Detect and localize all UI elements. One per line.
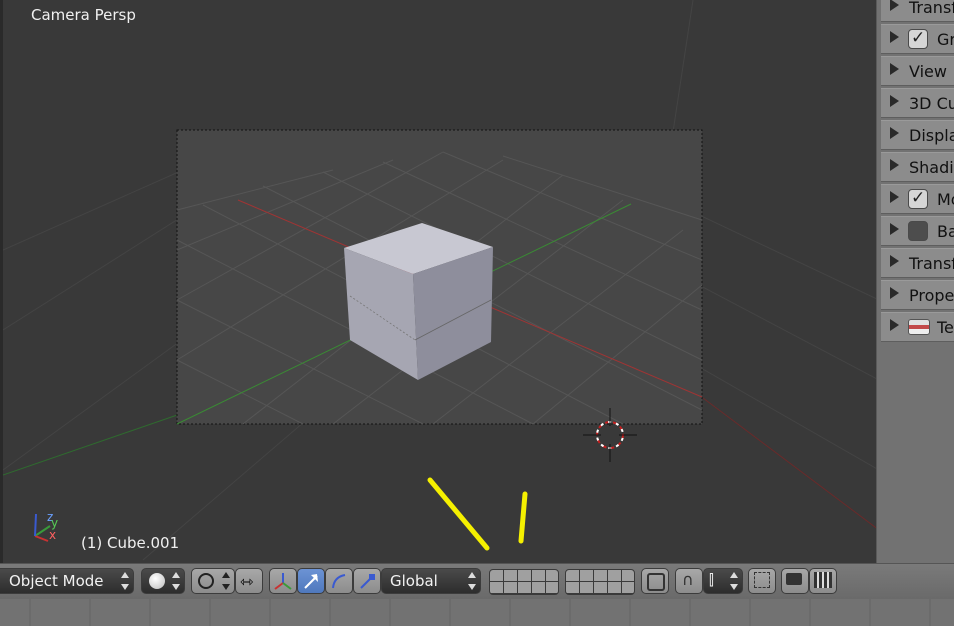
expand-arrow-icon xyxy=(890,95,899,107)
layer-button[interactable] xyxy=(622,570,634,581)
layer-button[interactable] xyxy=(532,570,545,581)
layer-button[interactable] xyxy=(490,570,503,581)
pivot-point-icon xyxy=(198,573,214,589)
snap-element-icon: ⫿ xyxy=(709,571,714,589)
updown-arrows-icon xyxy=(468,572,476,590)
panel-properties[interactable]: Properties xyxy=(881,280,954,310)
translate-manipulator-button[interactable] xyxy=(297,568,325,594)
panel-motion-tracking[interactable]: Motion Tracking xyxy=(881,184,954,214)
expand-arrow-icon xyxy=(890,319,899,331)
rotate-manipulator-icon xyxy=(332,574,346,589)
lock-layer-button[interactable] xyxy=(641,568,669,594)
layer-button[interactable] xyxy=(546,582,558,593)
layer-button[interactable] xyxy=(622,582,634,593)
panel-display[interactable]: Display xyxy=(881,120,954,150)
layer-button[interactable] xyxy=(532,582,545,593)
layer-button[interactable] xyxy=(490,582,503,593)
scene-layers-group-2[interactable] xyxy=(565,569,635,595)
layer-button[interactable] xyxy=(504,570,517,581)
layer-button[interactable] xyxy=(518,570,531,581)
expand-arrow-icon xyxy=(890,0,899,11)
mode-selector[interactable]: Object Mode xyxy=(0,568,134,594)
texture-icon xyxy=(908,319,930,335)
layer-button[interactable] xyxy=(608,570,621,581)
panel-grease-pencil[interactable]: Grease Pencil xyxy=(881,24,954,54)
panel-texture[interactable]: Texture xyxy=(881,312,954,342)
viewport-header: Object Mode ⇿ Global ∩ ⫿ xyxy=(0,563,954,599)
layer-button[interactable] xyxy=(566,570,579,581)
render-image-button[interactable] xyxy=(781,568,809,594)
pivot-point-selector[interactable] xyxy=(191,568,235,594)
expand-arrow-icon xyxy=(890,223,899,235)
expand-arrow-icon xyxy=(890,255,899,267)
layer-button[interactable] xyxy=(518,582,531,593)
active-object-label: (1) Cube.001 xyxy=(81,534,180,552)
updown-arrows-icon xyxy=(172,572,180,590)
expand-arrow-icon xyxy=(890,159,899,171)
layer-button[interactable] xyxy=(594,582,607,593)
rotate-manipulator-button[interactable] xyxy=(325,568,353,594)
layer-button[interactable] xyxy=(546,570,558,581)
snap-element-selector[interactable]: ⫿ xyxy=(703,568,743,594)
render-image-icon xyxy=(786,573,802,585)
updown-arrows-icon xyxy=(730,572,738,590)
layer-button[interactable] xyxy=(608,582,621,593)
panel-shading[interactable]: Shading xyxy=(881,152,954,182)
panel-transform[interactable]: Transform xyxy=(881,0,954,22)
scene-layers-group-1[interactable] xyxy=(489,569,559,595)
layer-button[interactable] xyxy=(504,582,517,593)
render-animation-icon xyxy=(814,572,832,588)
grease-pencil-checkbox[interactable] xyxy=(908,28,928,49)
axis-x-label: x xyxy=(49,528,57,542)
transform-arrows-icon: ⇿ xyxy=(240,572,254,591)
manipulator-toggle-icon xyxy=(274,573,292,590)
background-images-checkbox[interactable] xyxy=(908,221,928,241)
expand-arrow-icon xyxy=(890,31,899,43)
proportional-edit-button[interactable] xyxy=(748,568,776,594)
annotation-strokes xyxy=(427,477,528,551)
snap-during-transform-button[interactable]: ⇿ xyxy=(235,568,263,594)
updown-arrows-icon xyxy=(222,572,230,590)
layer-button[interactable] xyxy=(580,582,593,593)
expand-arrow-icon xyxy=(890,127,899,139)
expand-arrow-icon xyxy=(890,287,899,299)
layer-button[interactable] xyxy=(594,570,607,581)
panel-view[interactable]: View xyxy=(881,56,954,86)
updown-arrows-icon xyxy=(121,572,129,590)
render-animation-button[interactable] xyxy=(809,568,837,594)
viewport-shading-selector[interactable] xyxy=(141,568,185,594)
motion-tracking-checkbox[interactable] xyxy=(908,188,928,209)
snap-toggle-button[interactable]: ∩ xyxy=(675,568,703,594)
translate-manipulator-icon xyxy=(304,574,318,589)
viewport-camera-label: Camera Persp xyxy=(31,6,136,24)
transform-orientation-selector[interactable]: Global xyxy=(381,568,481,594)
panel-transform-orientations[interactable]: Transform Orientations xyxy=(881,248,954,278)
properties-region: Transform Grease Pencil View 3D Cursor D… xyxy=(876,0,954,563)
proportional-edit-icon xyxy=(754,572,770,588)
expand-arrow-icon xyxy=(890,191,899,203)
lock-layer-icon xyxy=(647,573,665,591)
3d-viewport[interactable]: Camera Persp z y x (1) Cube.001 xyxy=(0,0,876,563)
panel-3d-cursor[interactable]: 3D Cursor xyxy=(881,88,954,118)
scale-manipulator-button[interactable] xyxy=(353,568,381,594)
layer-button[interactable] xyxy=(580,570,593,581)
expand-arrow-icon xyxy=(890,63,899,75)
manipulator-toggle-button[interactable] xyxy=(269,568,297,594)
scale-manipulator-icon xyxy=(360,574,375,589)
viewport-shading-icon xyxy=(149,573,165,589)
timeline-grid xyxy=(29,599,931,626)
panel-background-images[interactable]: Background Images xyxy=(881,216,954,246)
viewport-grid xyxy=(3,0,876,561)
timeline-area[interactable] xyxy=(0,599,954,626)
layer-button[interactable] xyxy=(566,582,579,593)
snap-magnet-icon: ∩ xyxy=(682,570,694,589)
